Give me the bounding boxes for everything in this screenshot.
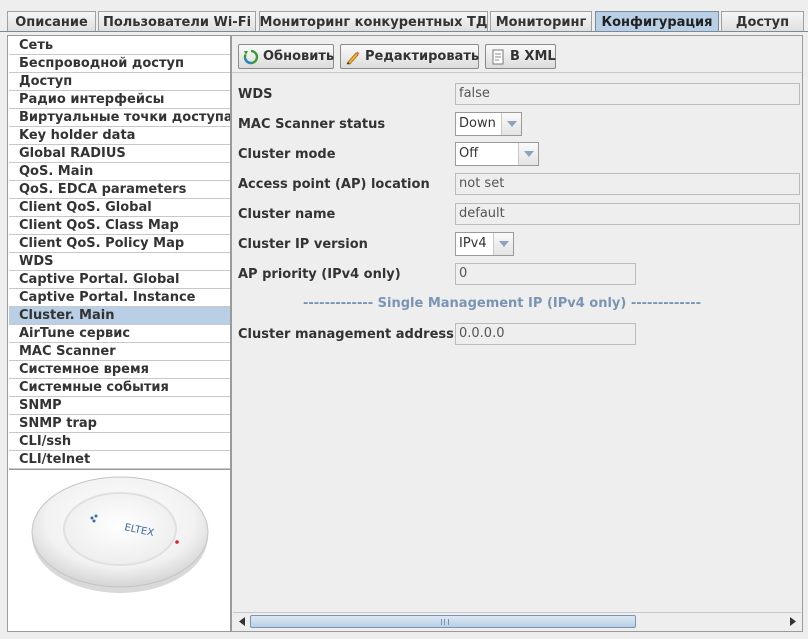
xml-export-button[interactable]: В XML <box>485 44 556 69</box>
refresh-icon <box>243 49 259 65</box>
wds-label: WDS <box>238 87 273 102</box>
refresh-button-label: Обновить <box>263 49 335 64</box>
sidebar-item-client-qos-class-map[interactable]: Client QoS. Class Map <box>9 217 230 235</box>
cluster-mode-select[interactable]: Off <box>455 142 539 166</box>
sidebar-item-radio-interfaces[interactable]: Радио интерфейсы <box>9 91 230 109</box>
sidebar-item-client-qos-global[interactable]: Client QoS. Global <box>9 199 230 217</box>
tab-description[interactable]: Описание <box>7 11 96 32</box>
device-image: ELTEX <box>30 466 212 600</box>
sidebar-item-snmp[interactable]: SNMP <box>9 397 230 415</box>
sidebar-item-airtune[interactable]: AirTune сервис <box>9 325 230 343</box>
tab-bar: Описание Пользователи Wi-Fi Мониторинг к… <box>0 0 808 32</box>
cluster-ip-version-label: Cluster IP version <box>238 237 368 252</box>
ap-priority-field: 0 <box>455 263 636 285</box>
sidebar-item-system-time[interactable]: Системное время <box>9 361 230 379</box>
xml-export-button-label: В XML <box>510 49 556 64</box>
sidebar-item-access[interactable]: Доступ <box>9 73 230 91</box>
mac-scanner-status-label: MAC Scanner status <box>238 117 386 132</box>
sidebar-item-captive-portal-instance[interactable]: Captive Portal. Instance <box>9 289 230 307</box>
sidebar-item-key-holder-data[interactable]: Key holder data <box>9 127 230 145</box>
tab-underline <box>0 31 808 32</box>
sidebar-item-client-qos-policy-map[interactable]: Client QoS. Policy Map <box>9 235 230 253</box>
cluster-mode-value: Off <box>459 146 479 161</box>
ap-priority-label: AP priority (IPv4 only) <box>238 267 401 282</box>
tab-access[interactable]: Доступ <box>721 11 804 32</box>
sidebar-item-mac-scanner[interactable]: MAC Scanner <box>9 343 230 361</box>
cluster-ip-version-value: IPv4 <box>459 236 487 251</box>
cluster-name-field: default <box>455 203 800 225</box>
document-icon <box>490 49 506 65</box>
sidebar-item-system-events[interactable]: Системные события <box>9 379 230 397</box>
scroll-left-icon[interactable] <box>234 614 249 629</box>
tab-competitor-monitoring[interactable]: Мониторинг конкурентных ТД <box>259 11 488 32</box>
edit-button-label: Редактировать <box>365 49 480 64</box>
sidebar-item-qos-main[interactable]: QoS. Main <box>9 163 230 181</box>
tab-monitoring[interactable]: Мониторинг <box>490 11 592 32</box>
sidebar-item-cluster-main[interactable]: Cluster. Main <box>9 307 230 325</box>
scrollbar-thumb[interactable] <box>250 615 636 628</box>
sidebar-item-captive-portal-global[interactable]: Captive Portal. Global <box>9 271 230 289</box>
horizontal-scrollbar[interactable] <box>233 612 801 629</box>
tab-wifi-users[interactable]: Пользователи Wi-Fi <box>98 11 256 32</box>
main-panel: Обновить Редактировать В XML WDS false M… <box>231 35 803 632</box>
sidebar-item-virtual-access-points[interactable]: Виртуальные точки доступа <box>9 109 230 127</box>
chevron-down-icon[interactable] <box>493 233 513 255</box>
cluster-name-label: Cluster name <box>238 207 336 222</box>
mac-scanner-status-value: Down <box>459 116 496 131</box>
wds-field: false <box>455 83 800 105</box>
tab-configuration[interactable]: Конфигурация <box>595 11 719 32</box>
single-management-ip-section-title: ------------- Single Management IP (IPv4… <box>302 296 702 311</box>
mac-scanner-status-select[interactable]: Down <box>455 112 522 136</box>
toolbar: Обновить Редактировать В XML <box>232 36 802 73</box>
cluster-management-address-label: Cluster management address <box>238 327 454 342</box>
sidebar-item-global-radius[interactable]: Global RADIUS <box>9 145 230 163</box>
sidebar-item-qos-edca[interactable]: QoS. EDCA parameters <box>9 181 230 199</box>
cluster-main-form: WDS false MAC Scanner status Down Cluste… <box>233 76 801 611</box>
sidebar-item-cli-ssh[interactable]: CLI/ssh <box>9 433 230 451</box>
refresh-button[interactable]: Обновить <box>238 44 334 69</box>
ap-location-label: Access point (AP) location <box>238 177 430 192</box>
ap-location-field: not set <box>455 173 800 195</box>
sidebar: Сеть Беспроводной доступ Доступ Радио ин… <box>7 35 231 632</box>
chevron-down-icon[interactable] <box>501 113 521 135</box>
cluster-management-address-field: 0.0.0.0 <box>455 323 636 345</box>
pencil-icon <box>345 49 361 65</box>
cluster-ip-version-select[interactable]: IPv4 <box>455 232 514 256</box>
sidebar-item-snmp-trap[interactable]: SNMP trap <box>9 415 230 433</box>
cluster-mode-label: Cluster mode <box>238 147 336 162</box>
sidebar-item-wireless-access[interactable]: Беспроводной доступ <box>9 55 230 73</box>
chevron-down-icon[interactable] <box>518 143 538 165</box>
edit-button[interactable]: Редактировать <box>340 44 479 69</box>
sidebar-item-network[interactable]: Сеть <box>9 37 230 55</box>
scroll-right-icon[interactable] <box>785 614 800 629</box>
sidebar-item-wds[interactable]: WDS <box>9 253 230 271</box>
